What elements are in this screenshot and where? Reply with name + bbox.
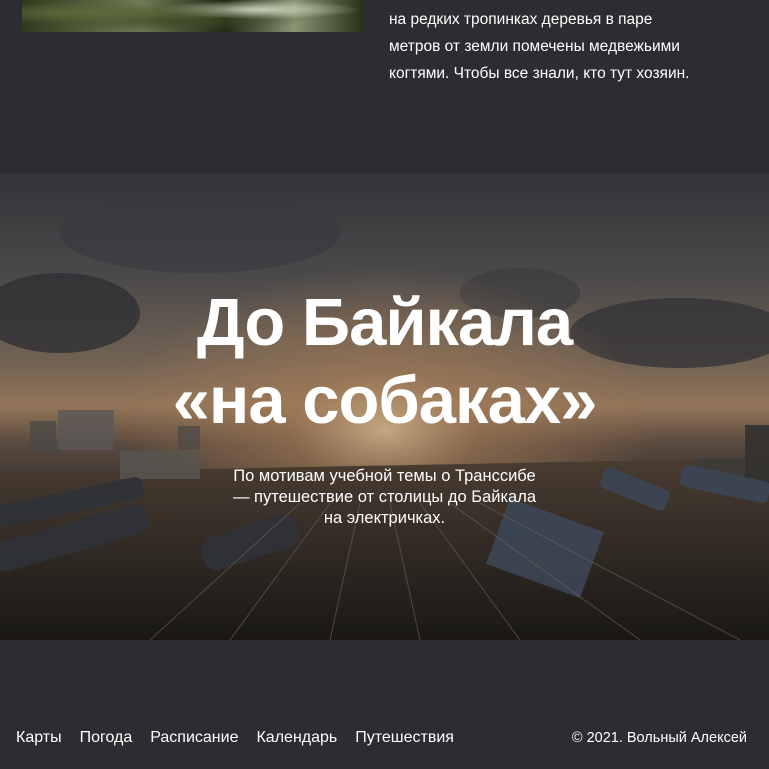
footer-link-travel[interactable]: Путешествия: [355, 727, 454, 749]
hero-title: До Байкала «на собаках»: [0, 284, 769, 440]
footer-link-calendar[interactable]: Календарь: [256, 727, 337, 749]
footer-link-maps[interactable]: Карты: [16, 727, 62, 749]
copyright: © 2021. Вольный Алексей: [571, 730, 747, 746]
forest-photo: [22, 0, 362, 32]
footer-link-weather[interactable]: Погода: [80, 727, 133, 749]
hero-subtitle-line: По мотивам учебной темы о Транссибе: [233, 467, 536, 485]
paragraph-line: когтями. Чтобы все знали, кто тут хозяин…: [389, 65, 690, 82]
hero-title-line: До Байкала: [196, 285, 573, 360]
paragraph-line: на редких тропинках деревья в паре: [389, 11, 653, 28]
paragraph-line: метров от земли помечены медвежьими: [389, 38, 680, 55]
hero-subtitle-line: на электричках.: [323, 509, 446, 527]
footer-nav: Карты Погода Расписание Календарь Путеше…: [16, 727, 472, 749]
hero-title-line: «на собаках»: [172, 363, 598, 438]
article-paragraph: на редких тропинках деревья в паре метро…: [389, 6, 749, 87]
footer-link-schedule[interactable]: Расписание: [150, 727, 238, 749]
hero-subtitle-line: — путешествие от столицы до Байкала: [232, 488, 537, 506]
page: на редких тропинках деревья в паре метро…: [0, 0, 769, 769]
hero-subtitle: По мотивам учебной темы о Транссибе — пу…: [184, 466, 585, 529]
